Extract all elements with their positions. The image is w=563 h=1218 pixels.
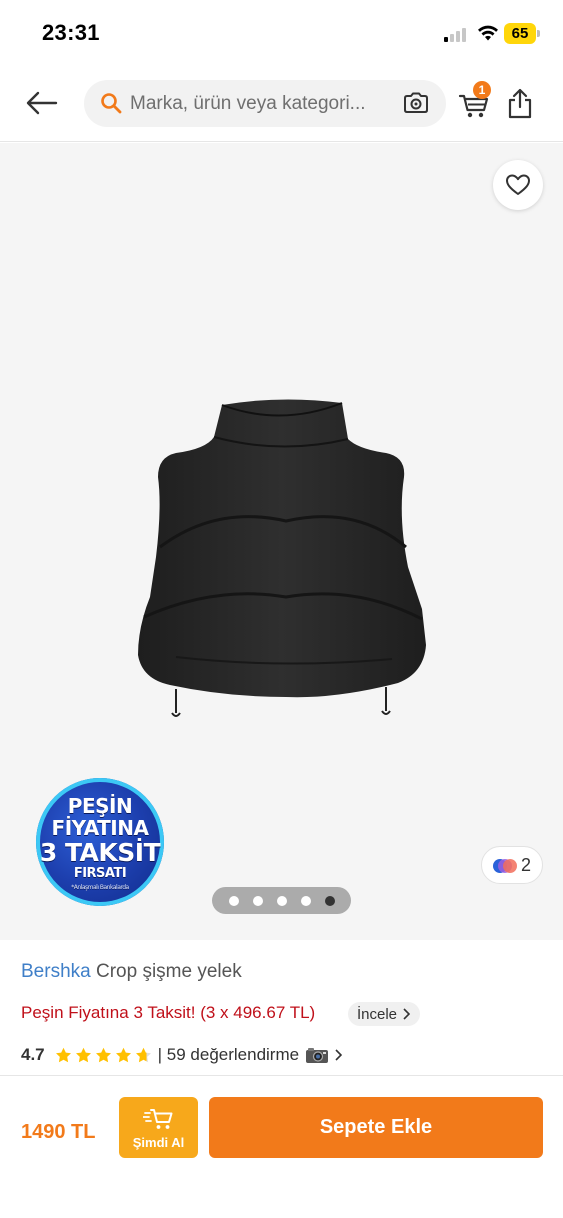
camera-emoji-icon: [306, 1048, 329, 1063]
installment-review-label: İncele: [357, 1005, 398, 1023]
add-to-cart-button[interactable]: Sepete Ekle: [209, 1097, 543, 1158]
rating-value: 4.7: [21, 1045, 45, 1064]
color-options-button[interactable]: 2: [481, 846, 543, 884]
favorite-button[interactable]: [493, 160, 543, 210]
installment-review-button[interactable]: İncele: [348, 1002, 421, 1026]
review-count: | 59 değerlendirme: [157, 1045, 300, 1064]
search-icon: [101, 93, 122, 114]
star-icon: [135, 1047, 151, 1062]
signal-icon: [444, 26, 470, 42]
fast-cart-icon: [143, 1109, 173, 1129]
installment-text: Peşin Fiyatına 3 Taksit! (3 x 496.67 TL): [21, 1003, 316, 1022]
product-title: Bershka Crop şişme yelek: [21, 961, 242, 983]
color-swatch-icon: [493, 859, 517, 873]
image-pager[interactable]: [212, 887, 351, 914]
product-price: 1490 TL: [21, 1121, 96, 1143]
status-time: 23:31: [42, 20, 100, 45]
product-image: [138, 399, 426, 717]
rating-stars: [55, 1047, 152, 1064]
header: 1: [0, 66, 563, 142]
star-icon: [95, 1047, 111, 1062]
pager-dot[interactable]: [252, 895, 263, 906]
star-icon: [55, 1047, 71, 1062]
buy-now-button[interactable]: Şimdi Al: [119, 1097, 198, 1158]
color-count: 2: [521, 855, 532, 875]
search-input[interactable]: [130, 80, 400, 127]
cart-badge: 1: [473, 81, 491, 99]
search-bar[interactable]: [84, 80, 446, 127]
product-info: Bershka Crop şişme yelek Peşin Fiyatına …: [0, 941, 563, 1075]
buy-now-label: Şimdi Al: [132, 1135, 185, 1150]
camera-icon[interactable]: [402, 91, 430, 115]
arrow-left-icon: [26, 91, 58, 115]
pager-dot[interactable]: [276, 895, 287, 906]
brand-link[interactable]: Bershka: [21, 961, 91, 982]
review-link[interactable]: | 59 değerlendirme: [157, 1045, 343, 1065]
bottom-bar: 1490 TL Şimdi Al Sepete Ekle: [0, 1075, 563, 1218]
chevron-right-icon: [403, 1008, 411, 1020]
heart-icon: [506, 174, 530, 195]
product-name: Crop şişme yelek: [95, 961, 242, 982]
back-button[interactable]: [24, 86, 60, 120]
star-icon: [75, 1047, 91, 1062]
share-icon: [508, 88, 532, 119]
pager-dot[interactable]: [324, 895, 335, 906]
battery-level: 65: [504, 23, 536, 44]
product-gallery[interactable]: PEŞİN FİYATINA 3 TAKSİT FIRSATI *Anlaşma…: [0, 143, 563, 940]
promo-badge[interactable]: PEŞİN FİYATINA 3 TAKSİT FIRSATI *Anlaşma…: [36, 778, 164, 906]
wifi-icon: [477, 24, 499, 42]
share-button[interactable]: [507, 86, 533, 120]
battery-icon: 65: [504, 23, 540, 44]
rating-row[interactable]: 4.7 | 59 değerlendirme: [21, 1043, 343, 1067]
status-bar: 23:31 65: [0, 0, 563, 66]
pager-dot[interactable]: [300, 895, 311, 906]
star-icon: [115, 1047, 131, 1062]
pager-dot[interactable]: [228, 895, 239, 906]
chevron-right-icon: [335, 1049, 343, 1061]
